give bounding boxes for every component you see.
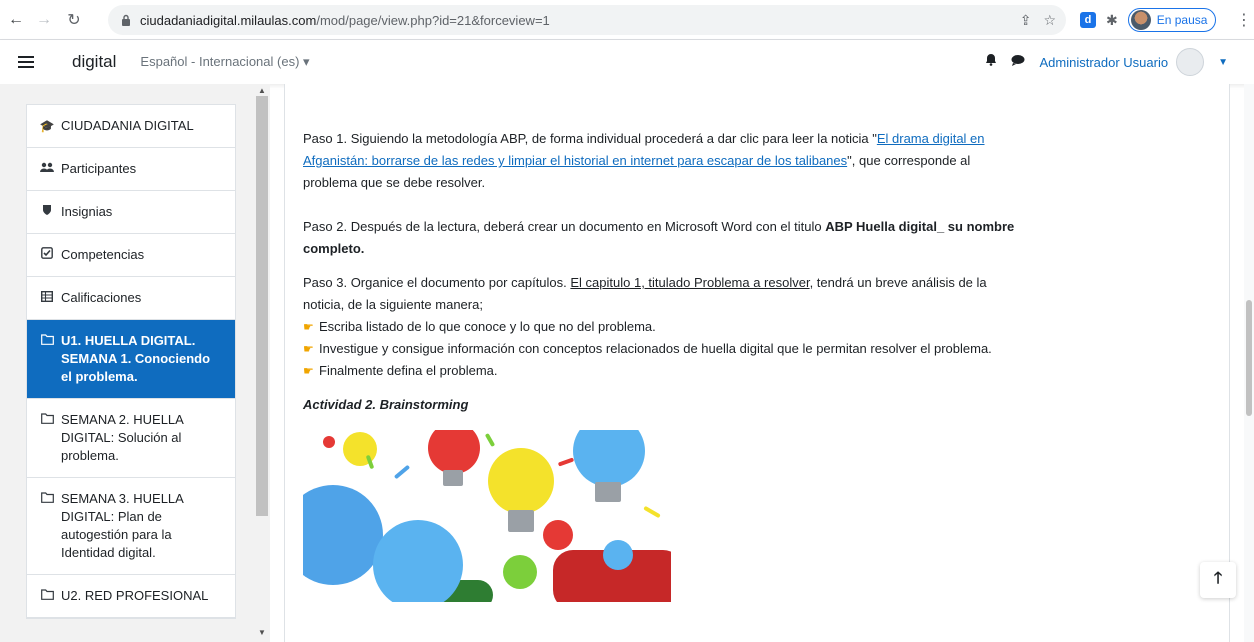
users-icon [39,160,55,178]
scroll-down-arrow-icon[interactable]: ▼ [258,628,266,637]
page-content: Paso 1. Siguiendo la metodología ABP, de… [303,128,1023,602]
sidebar-item-unit2[interactable]: U2. RED PROFESIONAL [27,575,235,618]
back-to-top-button[interactable]: 🡑 [1200,562,1236,598]
page-scrollbar-thumb[interactable] [1246,300,1252,416]
folder-icon [39,587,55,605]
bullet-item: Escriba listado de lo que conoce y lo qu… [319,319,656,334]
bell-icon[interactable] [985,53,997,71]
user-avatar[interactable] [1176,48,1205,76]
step-1-text: Paso 1. Siguiendo la metodología ABP, de… [303,131,877,146]
extension-icon[interactable]: d [1080,12,1096,28]
address-bar[interactable]: ciudadaniadigital.milaulas.com/mod/page/… [108,5,1066,35]
bulb-base [595,482,621,502]
red-bulb [428,430,480,474]
chat-bubble-icon[interactable] [1011,53,1025,71]
step-3-paragraph: Paso 3. Organice el documento por capítu… [303,272,1023,382]
light-ray [393,464,411,480]
sidebar-item-label: U2. RED PROFESIONAL [61,588,209,603]
red-bulb [323,436,335,448]
hamburger-menu-icon[interactable] [18,56,34,68]
sidebar-item-label: Competencias [61,247,145,262]
folder-icon [39,411,55,429]
pointing-hand-icon: ☛ [303,364,314,378]
profile-button[interactable]: En pausa [1127,8,1217,32]
bullet-item: Finalmente defina el problema. [319,363,498,378]
sidebar-scrollbar-thumb[interactable] [256,96,268,516]
chapter-1-text: El capitulo 1, titulado Problema a resol… [570,275,810,290]
sidebar-item-grades[interactable]: Calificaciones [27,277,235,320]
chevron-down-icon: ▾ [303,54,310,69]
course-nav-list: 🎓 CIUDADANIA DIGITAL Participantes Insig… [26,104,236,619]
url-host: ciudadaniadigital.milaulas.com [140,12,317,28]
browser-toolbar: ← → ↻ ciudadaniadigital.milaulas.com/mod… [0,0,1254,40]
url-path: /mod/page/view.php?id=21&forceview=1 [316,12,550,28]
pointing-hand-icon: ☛ [303,342,314,356]
step-2-text: Paso 2. Después de la lectura, deberá cr… [303,219,826,234]
activity-title: Actividad 2. Brainstorming [303,397,469,412]
folder-icon [39,490,55,508]
lock-icon [120,14,132,26]
light-ray [484,432,496,448]
back-arrow-icon[interactable]: ← [4,8,28,32]
folder-icon [39,332,55,350]
sidebar-item-label: SEMANA 3. HUELLA DIGITAL: Plan de autoge… [61,491,184,560]
forward-arrow-icon[interactable]: → [32,8,56,32]
sidebar-item-week2[interactable]: SEMANA 2. HUELLA DIGITAL: Solución al pr… [27,399,235,478]
site-brand[interactable]: digital [72,52,116,72]
blue-bulb [373,520,463,602]
sidebar-item-label: Insignias [61,204,113,219]
sidebar-item-label: Participantes [61,161,137,176]
step-2-paragraph: Paso 2. Después de la lectura, deberá cr… [303,216,1023,260]
light-ray [643,505,661,519]
shield-icon [39,203,55,221]
user-menu-chevron-icon[interactable]: ▼ [1218,57,1228,68]
table-icon [39,289,55,307]
green-bulb [503,555,537,589]
sidebar-item-week3[interactable]: SEMANA 3. HUELLA DIGITAL: Plan de autoge… [27,478,235,575]
reload-icon[interactable]: ↻ [62,8,86,32]
bulb-base [443,470,463,486]
profile-avatar [1130,10,1151,30]
brainstorming-image [303,430,671,602]
sidebar-item-label: Calificaciones [61,290,142,305]
sidebar-item-unit1-week1[interactable]: U1. HUELLA DIGITAL. SEMANA 1. Conociendo… [27,320,235,399]
nav-drawer: 🎓 CIUDADANIA DIGITAL Participantes Insig… [0,84,270,642]
profile-status: En pausa [1156,13,1208,27]
red-bulb [543,520,573,550]
pointing-hand-icon: ☛ [303,320,314,334]
light-ray [557,457,575,467]
main-content: Paso 1. Siguiendo la metodología ABP, de… [284,84,1230,642]
sidebar-item-badges[interactable]: Insignias [27,191,235,234]
sidebar-item-competencies[interactable]: Competencias [27,234,235,277]
blue-bulb [573,430,645,487]
user-name[interactable]: Administrador Usuario [1039,55,1168,70]
browser-menu-icon[interactable]: ⋮ [1236,10,1252,30]
blue-bulb [303,485,383,585]
sidebar-item-label: SEMANA 2. HUELLA DIGITAL: Solución al pr… [61,412,184,463]
bulb-base [508,510,534,532]
scroll-up-arrow-icon[interactable]: ▲ [258,86,266,95]
sidebar-item-label: U1. HUELLA DIGITAL. SEMANA 1. Conociendo… [61,333,211,384]
step-3-text: Paso 3. Organice el documento por capítu… [303,275,571,290]
arrow-up-icon: 🡑 [1213,569,1223,587]
step-1-paragraph: Paso 1. Siguiendo la metodología ABP, de… [303,128,1023,194]
bookmark-star-icon[interactable]: ☆ [1043,12,1056,29]
sidebar-item-participants[interactable]: Participantes [27,148,235,191]
bullet-item: Investigue y consigue información con co… [319,341,992,356]
blue-bulb [603,540,633,570]
language-selector[interactable]: Español - Internacional (es) ▾ [140,54,309,70]
checkbox-icon [39,246,55,264]
extensions-puzzle-icon[interactable]: ✱ [1106,12,1118,29]
graduation-cap-icon: 🎓 [39,119,55,133]
sidebar-item-label: CIUDADANIA DIGITAL [61,118,194,133]
language-label: Español - Internacional (es) [140,54,300,69]
sidebar-item-course[interactable]: 🎓 CIUDADANIA DIGITAL [27,105,235,148]
site-navbar: digital Español - Internacional (es) ▾ A… [0,40,1254,84]
yellow-bulb [488,448,554,514]
share-icon[interactable]: ⇪ [1020,12,1032,29]
